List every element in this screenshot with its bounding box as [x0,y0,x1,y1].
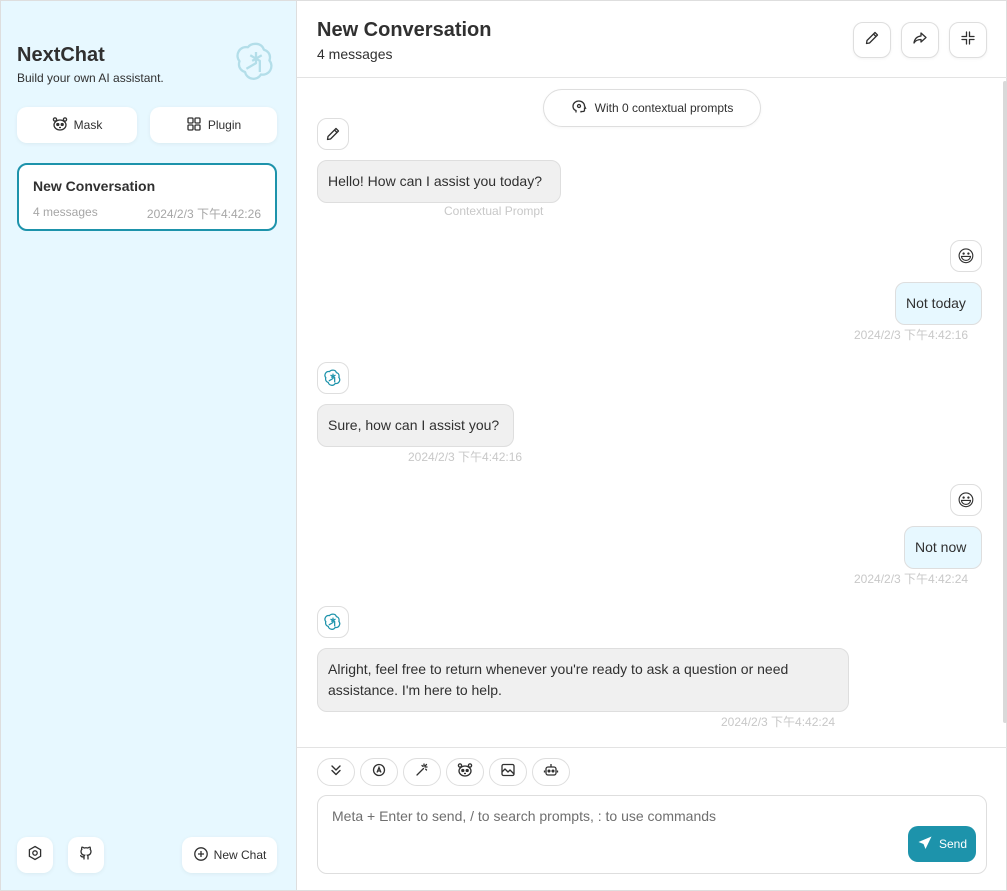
chat-header: New Conversation 4 messages [297,1,1007,78]
scroll-to-bottom-button[interactable] [317,758,355,786]
message-input-box: Send [317,795,987,874]
settings-icon [27,845,43,866]
user-avatar-emoji[interactable]: 😃 [950,484,982,516]
bot-avatar [317,606,349,638]
bot-avatar [317,362,349,394]
github-button[interactable] [68,837,104,873]
sidebar: NextChat Build your own AI assistant. Ma… [1,1,297,890]
contextual-prompts-label: With 0 contextual prompts [594,101,734,115]
masks-button[interactable] [446,758,484,786]
mask-button-label: Mask [73,118,103,132]
message-timestamp: 2024/2/3 下午4:42:16 [854,328,969,342]
github-icon [78,845,94,866]
share-arrow-icon [912,30,928,51]
rename-chat-button[interactable] [853,22,891,58]
message-input[interactable] [318,796,986,873]
plugin-button-label: Plugin [207,118,242,132]
pencil-icon [864,30,880,51]
conversation-date: 2024/2/3 下午4:42:26 [146,207,261,221]
edit-context-icon[interactable] [317,118,349,150]
prompts-button[interactable] [403,758,441,786]
chevrons-down-icon [328,762,344,783]
message-meta: Contextual Prompt [444,204,544,218]
brain-icon [571,99,587,118]
image-icon [500,762,516,783]
openai-logo-icon [233,39,279,85]
mask-icon [52,116,68,135]
plus-circle-icon [193,846,209,865]
robot-icon [543,762,559,783]
message-bubble-bot: Hello! How can I assist you today? [317,160,561,203]
openai-logo-icon [324,369,341,386]
magic-wand-icon [414,762,430,783]
chat-message-count: 4 messages [317,46,393,62]
message-timestamp: 2024/2/3 下午4:42:16 [408,450,523,464]
app-tagline: Build your own AI assistant. [17,71,164,85]
conversation-title: New Conversation [33,178,156,194]
chat-title[interactable]: New Conversation [317,19,491,42]
new-chat-button[interactable]: New Chat [182,837,277,873]
app-window: NextChat Build your own AI assistant. Ma… [0,0,1007,891]
conversation-item[interactable]: New Conversation 4 messages 2024/2/3 下午4… [17,163,277,231]
chat-scrollbar[interactable] [1003,81,1007,723]
app-name: NextChat [17,44,105,66]
settings-button[interactable] [17,837,53,873]
contextual-prompts-button[interactable]: With 0 contextual prompts [543,89,761,127]
send-icon [917,835,933,854]
send-button[interactable]: Send [908,826,976,862]
auto-theme-icon [371,762,387,783]
collapse-icon [960,30,976,51]
message-timestamp: 2024/2/3 下午4:42:24 [721,715,836,729]
message-bubble-bot: Alright, feel free to return whenever yo… [317,648,849,712]
send-label: Send [938,837,968,851]
input-panel: Send [297,747,1007,891]
plugin-grid-icon [186,116,202,135]
conversation-message-count: 4 messages [33,205,98,219]
theme-button[interactable] [360,758,398,786]
user-avatar-emoji[interactable]: 😃 [950,240,982,272]
openai-logo-icon [324,613,341,630]
minimize-button[interactable] [949,22,987,58]
share-button[interactable] [901,22,939,58]
message-bubble-user: Not now [904,526,982,569]
message-bubble-bot: Sure, how can I assist you? [317,404,514,447]
model-select-button[interactable] [532,758,570,786]
chat-panel: New Conversation 4 messages With 0 conte… [297,1,1007,891]
clear-context-button[interactable] [489,758,527,786]
message-timestamp: 2024/2/3 下午4:42:24 [854,572,969,586]
plugin-button[interactable]: Plugin [150,107,277,143]
new-chat-label: New Chat [213,848,267,862]
message-bubble-user: Not today [895,282,982,325]
mask-icon [457,762,473,783]
mask-button[interactable]: Mask [17,107,137,143]
